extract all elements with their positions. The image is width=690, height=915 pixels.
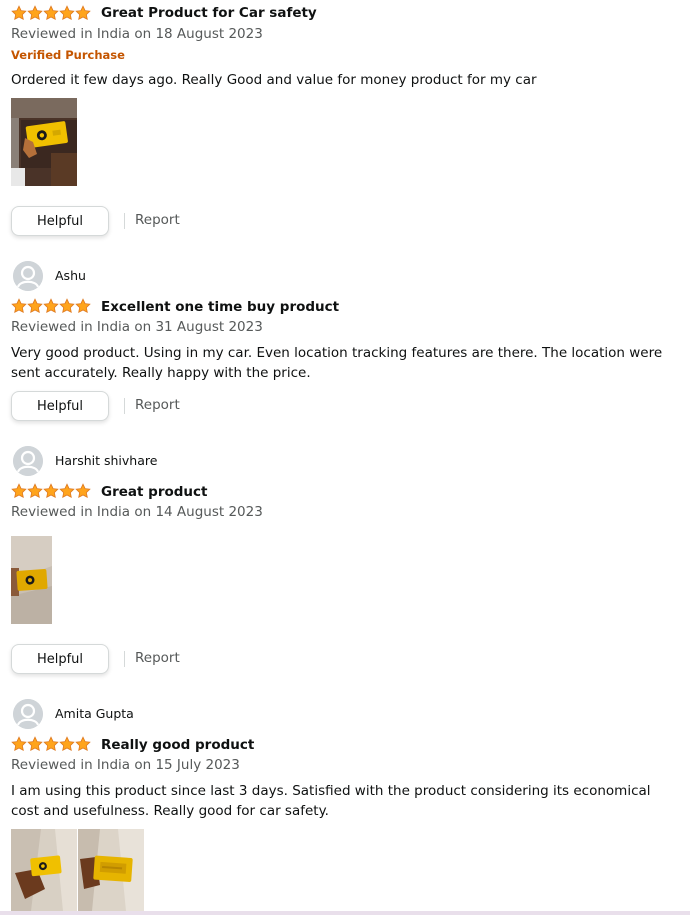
star-rating — [11, 298, 91, 314]
review-date: Reviewed in India on 15 July 2023 — [11, 757, 240, 773]
product-photo-icon — [11, 98, 77, 186]
avatar — [13, 261, 43, 291]
separator — [124, 651, 125, 667]
star-icon — [75, 483, 91, 499]
default-user-avatar-icon — [13, 699, 43, 729]
star-icon — [43, 736, 59, 752]
star-icon — [27, 5, 43, 21]
review-title[interactable]: Great Product for Car safety — [101, 5, 317, 21]
star-icon — [59, 483, 75, 499]
review-card: Ashu Excellent one time buy product Revi… — [0, 255, 690, 435]
helpful-button[interactable]: Helpful — [11, 644, 109, 674]
star-icon — [43, 5, 59, 21]
star-icon — [59, 736, 75, 752]
review-title[interactable]: Really good product — [101, 737, 254, 753]
star-icon — [43, 483, 59, 499]
report-link[interactable]: Report — [135, 212, 180, 228]
star-icon — [59, 5, 75, 21]
review-title[interactable]: Excellent one time buy product — [101, 299, 339, 315]
review-date: Reviewed in India on 18 August 2023 — [11, 26, 263, 42]
review-body: I am using this product since last 3 day… — [11, 783, 651, 819]
star-rating — [11, 5, 91, 21]
review-image-thumbnail[interactable] — [78, 829, 144, 911]
separator — [124, 213, 125, 229]
star-rating — [11, 736, 91, 752]
report-link[interactable]: Report — [135, 397, 180, 413]
avatar — [13, 699, 43, 729]
star-icon — [27, 483, 43, 499]
review-body: Ordered it few days ago. Really Good and… — [11, 72, 537, 88]
star-icon — [75, 5, 91, 21]
star-icon — [59, 298, 75, 314]
review-image-thumbnail[interactable] — [11, 536, 52, 624]
review-image-thumbnail[interactable] — [11, 829, 77, 911]
default-user-avatar-icon — [13, 446, 43, 476]
star-icon — [11, 483, 27, 499]
helpful-button[interactable]: Helpful — [11, 206, 109, 236]
star-icon — [43, 298, 59, 314]
review-card: Harshit shivhare Great product Reviewed … — [0, 440, 690, 680]
star-icon — [11, 736, 27, 752]
review-card: Great Product for Car safety Reviewed in… — [0, 0, 690, 245]
product-photo-icon — [11, 829, 77, 911]
product-photo-icon — [78, 829, 144, 911]
helpful-button[interactable]: Helpful — [11, 391, 109, 421]
star-rating — [11, 483, 91, 499]
report-link[interactable]: Report — [135, 650, 180, 666]
bottom-edge — [0, 911, 690, 915]
review-date: Reviewed in India on 31 August 2023 — [11, 319, 263, 335]
star-icon — [27, 736, 43, 752]
review-title[interactable]: Great product — [101, 484, 207, 500]
product-photo-icon — [11, 536, 52, 624]
star-icon — [75, 298, 91, 314]
separator — [124, 398, 125, 414]
review-card: Amita Gupta Really good product Reviewed… — [0, 693, 690, 915]
review-date: Reviewed in India on 14 August 2023 — [11, 504, 263, 520]
star-icon — [11, 298, 27, 314]
reviewer-name[interactable]: Harshit shivhare — [55, 453, 157, 468]
reviewer-name[interactable]: Ashu — [55, 268, 86, 283]
verified-purchase-badge: Verified Purchase — [11, 48, 125, 62]
avatar — [13, 446, 43, 476]
star-icon — [11, 5, 27, 21]
star-icon — [27, 298, 43, 314]
star-icon — [75, 736, 91, 752]
review-image-thumbnail[interactable] — [11, 98, 77, 186]
review-body: Very good product. Using in my car. Even… — [11, 345, 663, 381]
default-user-avatar-icon — [13, 261, 43, 291]
reviewer-name[interactable]: Amita Gupta — [55, 706, 134, 721]
